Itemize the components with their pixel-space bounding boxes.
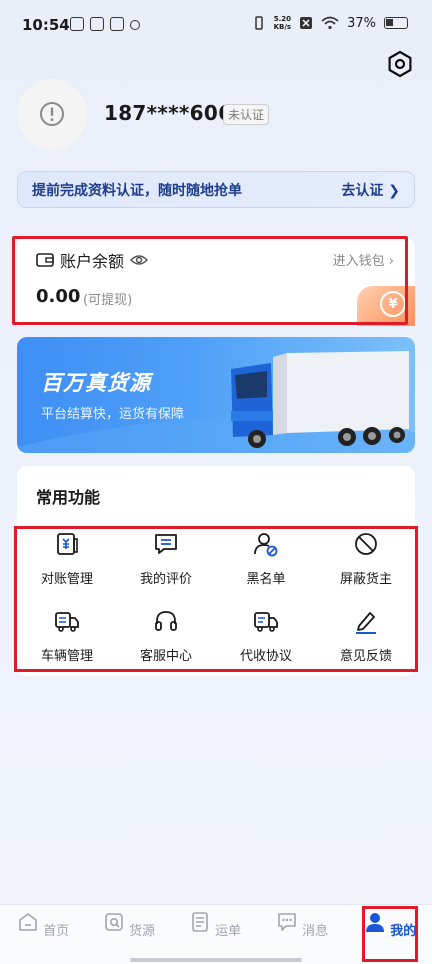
chevron-right-icon: ›: [388, 254, 394, 269]
chevron-right-icon: ❯: [388, 182, 400, 199]
enter-wallet-label: 进入钱包: [332, 254, 385, 269]
verify-banner[interactable]: 提前完成资料认证，随时随地抢单 去认证 ❯: [17, 171, 415, 208]
nav-label: 货源: [129, 924, 156, 939]
battery-percent: 37%: [347, 15, 376, 31]
section-title: 常用功能: [36, 488, 101, 507]
nav-item-mine[interactable]: 我的: [360, 905, 420, 939]
home-icon: [19, 913, 37, 931]
function-item-vehicle-management[interactable]: 车辆管理: [17, 608, 117, 664]
nav-item-waybill[interactable]: 运单: [185, 905, 245, 939]
network-speed: 5.20 KB/s: [273, 15, 292, 31]
vibrate-icon: [254, 16, 263, 30]
nav-label: 我的: [390, 924, 417, 939]
user-icon: [365, 913, 384, 932]
notification-icons: [70, 17, 140, 31]
truck-icon: [55, 612, 79, 632]
yuan-coin-icon: ¥: [380, 291, 406, 317]
function-label: 对账管理: [40, 572, 93, 587]
promo-title: 百万真货源: [41, 371, 151, 395]
alert-icon: [40, 102, 64, 126]
function-item-customer-service[interactable]: 客服中心: [116, 608, 216, 664]
blacklist-icon: [254, 533, 278, 557]
nav-label: 运单: [215, 924, 242, 939]
notification-app-icon: [110, 17, 124, 31]
balance-withdrawable-note: (可提现): [83, 293, 133, 308]
nav-label: 消息: [302, 924, 329, 939]
function-item-block-shipper[interactable]: 屏蔽货主: [316, 531, 416, 587]
comment-icon: [155, 534, 177, 554]
nav-label: 首页: [43, 924, 70, 939]
verify-link-label: 去认证: [341, 182, 384, 199]
battery-icon: [384, 17, 408, 29]
function-label: 黑名单: [246, 572, 286, 587]
verification-badge: 未认证: [223, 104, 270, 125]
function-label: 意见反馈: [339, 649, 392, 664]
nav-item-home[interactable]: 首页: [13, 905, 73, 939]
message-icon: [278, 913, 296, 931]
balance-title: 账户余额: [60, 252, 125, 271]
headset-icon: [155, 611, 177, 631]
status-right: 5.20 KB/s 37%: [252, 15, 408, 31]
sim-icon: [300, 17, 313, 29]
function-item-blacklist[interactable]: 黑名单: [216, 531, 316, 587]
function-item-collection-agreement[interactable]: 代收协议: [216, 608, 316, 664]
ledger-icon: [57, 533, 78, 555]
promo-subtitle: 平台结算快，运货有保障: [41, 407, 185, 422]
nav-item-messages[interactable]: 消息: [272, 905, 332, 939]
balance-title-row: 账户余额: [36, 248, 149, 272]
verify-link[interactable]: 去认证 ❯: [341, 180, 400, 200]
status-bar: 10:54 5.20 KB/s 37%: [0, 0, 432, 52]
pen-icon: [356, 612, 376, 634]
notification-dot-icon: [130, 20, 140, 30]
function-label: 我的评价: [139, 572, 192, 587]
cargo-icon: [105, 913, 123, 931]
settings-icon[interactable]: [386, 50, 414, 78]
function-item-my-reviews[interactable]: 我的评价: [116, 531, 216, 587]
eye-icon[interactable]: [130, 253, 149, 267]
notification-app-icon: [70, 17, 84, 31]
wifi-icon: [321, 16, 339, 30]
notification-app-icon: [90, 17, 104, 31]
function-item-feedback[interactable]: 意见反馈: [316, 608, 416, 664]
function-label: 代收协议: [239, 649, 292, 664]
balance-amount: 0.00: [36, 286, 81, 307]
agreement-icon: [254, 612, 278, 632]
verify-banner-text: 提前完成资料认证，随时随地抢单: [32, 182, 242, 199]
home-indicator[interactable]: [130, 958, 302, 962]
enter-wallet-link[interactable]: 进入钱包 ›: [333, 250, 394, 269]
function-label: 车辆管理: [40, 649, 93, 664]
waybill-icon: [192, 912, 208, 932]
avatar[interactable]: [17, 79, 87, 149]
nav-item-cargo[interactable]: 货源: [99, 905, 159, 939]
function-item-reconciliation[interactable]: 对账管理: [17, 531, 117, 587]
wallet-icon: [36, 253, 54, 267]
status-time: 10:54: [22, 16, 70, 34]
block-icon: [355, 533, 377, 555]
function-label: 客服中心: [139, 649, 192, 664]
function-label: 屏蔽货主: [339, 572, 392, 587]
